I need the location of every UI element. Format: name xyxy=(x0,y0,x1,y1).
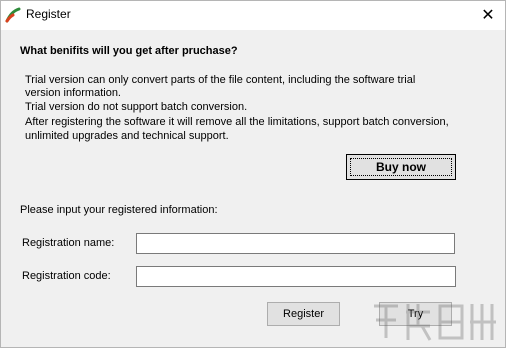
benefit-line: version information. xyxy=(25,87,121,99)
registration-name-label: Registration name: xyxy=(22,237,115,249)
register-button[interactable]: Register xyxy=(267,302,340,326)
benefit-line: unlimited upgrades and technical support… xyxy=(25,130,229,142)
benefits-heading: What benifits will you get after pruchas… xyxy=(20,45,238,57)
buy-now-button[interactable]: Buy now xyxy=(346,154,456,180)
registration-prompt: Please input your registered information… xyxy=(20,204,218,216)
app-logo-icon xyxy=(5,7,21,23)
title-bar: Register ✕ xyxy=(0,0,506,30)
registration-code-label: Registration code: xyxy=(22,270,111,282)
buy-now-label: Buy now xyxy=(376,160,426,174)
registration-name-field[interactable] xyxy=(136,233,455,254)
benefit-line: Trial version do not support batch conve… xyxy=(25,101,248,113)
registration-code-field[interactable] xyxy=(136,266,456,287)
window-title: Register xyxy=(26,7,71,21)
register-label: Register xyxy=(283,308,324,320)
watermark-logo xyxy=(374,304,496,341)
close-button[interactable]: ✕ xyxy=(470,0,506,30)
benefit-line: After registering the software it will r… xyxy=(25,116,449,128)
close-icon: ✕ xyxy=(481,7,495,24)
benefit-line: Trial version can only convert parts of … xyxy=(25,74,416,86)
